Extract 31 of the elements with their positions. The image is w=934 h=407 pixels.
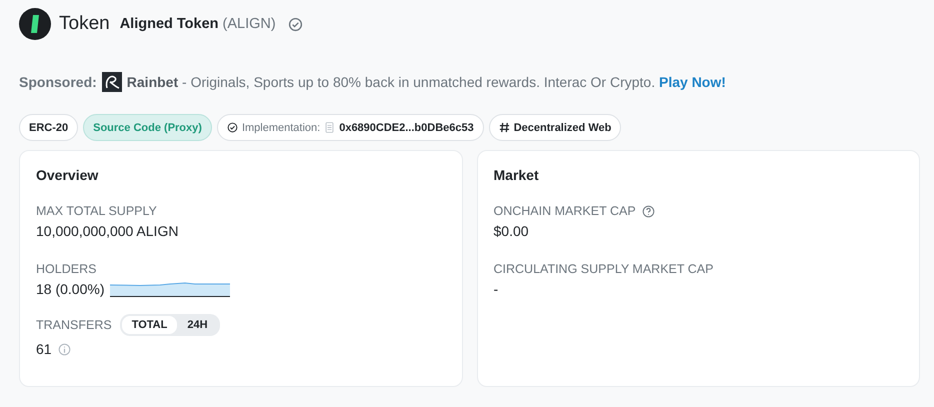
stat-label: MAX TOTAL SUPPLY <box>36 204 158 218</box>
address-link[interactable]: 0x6890CDE2...b0DBe6c53 <box>339 122 474 134</box>
brand-logo-icon <box>102 72 122 92</box>
token-logo-icon <box>19 8 51 40</box>
play-now-link[interactable]: Play Now! <box>659 74 726 90</box>
sponsored-label: Sponsored: <box>19 74 97 90</box>
stat-value: - <box>494 281 500 297</box>
token-standard-badge: ERC-20 <box>19 114 78 141</box>
stat-label: ONCHAIN MARKET CAP <box>494 204 636 218</box>
stat-label: TRANSFERS <box>36 318 112 332</box>
token-symbol: (ALIGN) <box>222 16 276 32</box>
check-circle-icon <box>226 122 238 133</box>
period-tab[interactable]: TOTAL <box>122 316 178 334</box>
card-title: Market <box>494 167 540 183</box>
document-icon <box>324 122 336 133</box>
stat-value: $0.00 <box>494 223 530 239</box>
info-icon <box>58 342 71 356</box>
implementation-label: Implementation: <box>242 122 320 134</box>
stat-label: HOLDERS <box>36 262 98 276</box>
page-title: Token <box>59 13 110 35</box>
tag-link[interactable]: Decentralized Web <box>488 114 622 141</box>
help-icon <box>642 204 655 218</box>
stat-value: 61 <box>36 341 52 357</box>
token-name: Aligned Token <box>120 16 219 32</box>
sponsored-text: Rainbet - Originals, Sports up to 80% back in unmatched rewards. Interac Or Crypto. Play Now! <box>126 74 726 90</box>
hash-icon <box>498 122 510 133</box>
period-tab[interactable]: 24H <box>177 316 218 334</box>
stat-value: 10,000,000,000 ALIGN <box>36 223 180 239</box>
stat-value: 18 (0.00%) <box>36 281 104 297</box>
stat-label: CIRCULATING SUPPLY MARKET CAP <box>494 262 714 276</box>
card-title: Overview <box>36 167 100 183</box>
